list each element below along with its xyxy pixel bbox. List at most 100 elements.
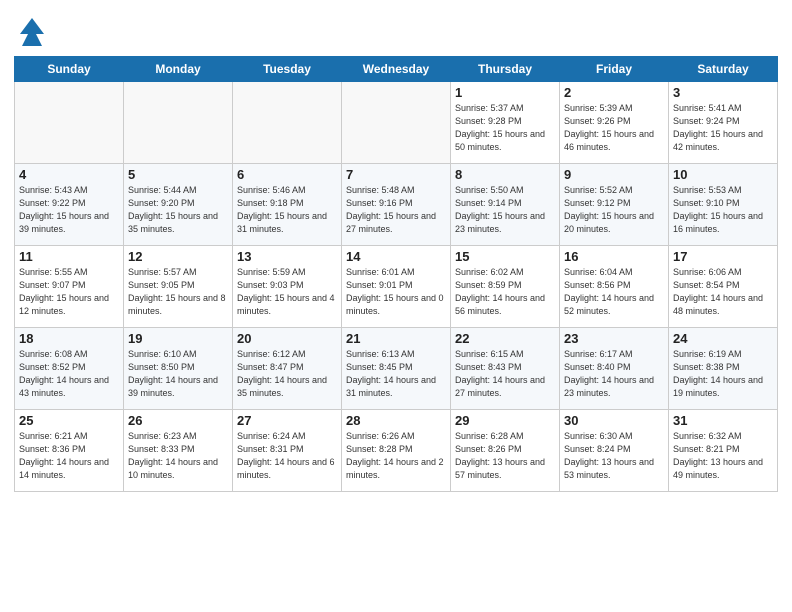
- day-number: 12: [128, 249, 228, 264]
- day-info: Sunrise: 5:44 AM Sunset: 9:20 PM Dayligh…: [128, 184, 228, 236]
- day-number: 14: [346, 249, 446, 264]
- day-number: 25: [19, 413, 119, 428]
- week-row-2: 4 Sunrise: 5:43 AM Sunset: 9:22 PM Daylig…: [15, 164, 778, 246]
- day-number: 30: [564, 413, 664, 428]
- col-header-saturday: Saturday: [669, 57, 778, 82]
- week-row-4: 18Sunrise: 6:08 AM Sunset: 8:52 PM Dayli…: [15, 328, 778, 410]
- day-info: Sunrise: 6:21 AM Sunset: 8:36 PM Dayligh…: [19, 430, 119, 482]
- calendar-table: SundayMondayTuesdayWednesdayThursdayFrid…: [14, 56, 778, 492]
- day-cell: 13 Sunrise: 5:59 AM Sunset: 9:03 PM Dayli…: [233, 246, 342, 328]
- day-number: 19: [128, 331, 228, 346]
- day-number: 9: [564, 167, 664, 182]
- day-number: 18: [19, 331, 119, 346]
- week-row-5: 25 Sunrise: 6:21 AM Sunset: 8:36 PM Dayli…: [15, 410, 778, 492]
- day-number: 6: [237, 167, 337, 182]
- col-header-monday: Monday: [124, 57, 233, 82]
- day-number: 27: [237, 413, 337, 428]
- day-info: Sunrise: 6:02 AM Sunset: 8:59 PM Dayligh…: [455, 266, 555, 318]
- day-cell: 10Sunrise: 5:53 AM Sunset: 9:10 PM Dayli…: [669, 164, 778, 246]
- day-cell: 12 Sunrise: 5:57 AM Sunset: 9:05 PM Dayli…: [124, 246, 233, 328]
- day-cell: 8 Sunrise: 5:50 AM Sunset: 9:14 PM Daylig…: [451, 164, 560, 246]
- day-info: Sunrise: 5:59 AM Sunset: 9:03 PM Dayligh…: [237, 266, 337, 318]
- day-number: 13: [237, 249, 337, 264]
- day-info: Sunrise: 6:10 AM Sunset: 8:50 PM Dayligh…: [128, 348, 228, 400]
- day-number: 21: [346, 331, 446, 346]
- header-row: SundayMondayTuesdayWednesdayThursdayFrid…: [15, 57, 778, 82]
- day-number: 31: [673, 413, 773, 428]
- day-cell: 29Sunrise: 6:28 AM Sunset: 8:26 PM Dayli…: [451, 410, 560, 492]
- day-number: 23: [564, 331, 664, 346]
- day-cell: 11 Sunrise: 5:55 AM Sunset: 9:07 PM Dayli…: [15, 246, 124, 328]
- day-info: Sunrise: 6:17 AM Sunset: 8:40 PM Dayligh…: [564, 348, 664, 400]
- day-info: Sunrise: 5:50 AM Sunset: 9:14 PM Dayligh…: [455, 184, 555, 236]
- day-cell: 25 Sunrise: 6:21 AM Sunset: 8:36 PM Dayli…: [15, 410, 124, 492]
- day-number: 28: [346, 413, 446, 428]
- day-info: Sunrise: 6:24 AM Sunset: 8:31 PM Dayligh…: [237, 430, 337, 482]
- day-info: Sunrise: 6:28 AM Sunset: 8:26 PM Dayligh…: [455, 430, 555, 482]
- header: [14, 10, 778, 50]
- day-info: Sunrise: 6:19 AM Sunset: 8:38 PM Dayligh…: [673, 348, 773, 400]
- day-info: Sunrise: 6:06 AM Sunset: 8:54 PM Dayligh…: [673, 266, 773, 318]
- day-number: 3: [673, 85, 773, 100]
- day-info: Sunrise: 5:41 AM Sunset: 9:24 PM Dayligh…: [673, 102, 773, 154]
- day-info: Sunrise: 5:43 AM Sunset: 9:22 PM Dayligh…: [19, 184, 119, 236]
- day-number: 16: [564, 249, 664, 264]
- day-cell: 18Sunrise: 6:08 AM Sunset: 8:52 PM Dayli…: [15, 328, 124, 410]
- col-header-friday: Friday: [560, 57, 669, 82]
- day-cell: [124, 82, 233, 164]
- day-info: Sunrise: 5:52 AM Sunset: 9:12 PM Dayligh…: [564, 184, 664, 236]
- day-cell: 1 Sunrise: 5:37 AM Sunset: 9:28 PM Daylig…: [451, 82, 560, 164]
- day-cell: [233, 82, 342, 164]
- day-number: 15: [455, 249, 555, 264]
- day-cell: 17 Sunrise: 6:06 AM Sunset: 8:54 PM Dayli…: [669, 246, 778, 328]
- col-header-wednesday: Wednesday: [342, 57, 451, 82]
- col-header-thursday: Thursday: [451, 57, 560, 82]
- day-number: 5: [128, 167, 228, 182]
- day-number: 4: [19, 167, 119, 182]
- logo: [14, 14, 54, 50]
- day-info: Sunrise: 5:37 AM Sunset: 9:28 PM Dayligh…: [455, 102, 555, 154]
- day-cell: 16 Sunrise: 6:04 AM Sunset: 8:56 PM Dayli…: [560, 246, 669, 328]
- day-cell: 24 Sunrise: 6:19 AM Sunset: 8:38 PM Dayli…: [669, 328, 778, 410]
- day-info: Sunrise: 6:32 AM Sunset: 8:21 PM Dayligh…: [673, 430, 773, 482]
- day-number: 24: [673, 331, 773, 346]
- day-info: Sunrise: 6:12 AM Sunset: 8:47 PM Dayligh…: [237, 348, 337, 400]
- page: SundayMondayTuesdayWednesdayThursdayFrid…: [0, 0, 792, 612]
- day-info: Sunrise: 6:26 AM Sunset: 8:28 PM Dayligh…: [346, 430, 446, 482]
- day-cell: [15, 82, 124, 164]
- col-header-tuesday: Tuesday: [233, 57, 342, 82]
- day-number: 2: [564, 85, 664, 100]
- day-number: 26: [128, 413, 228, 428]
- day-info: Sunrise: 5:46 AM Sunset: 9:18 PM Dayligh…: [237, 184, 337, 236]
- day-number: 22: [455, 331, 555, 346]
- day-cell: 27 Sunrise: 6:24 AM Sunset: 8:31 PM Dayli…: [233, 410, 342, 492]
- day-info: Sunrise: 5:55 AM Sunset: 9:07 PM Dayligh…: [19, 266, 119, 318]
- week-row-3: 11 Sunrise: 5:55 AM Sunset: 9:07 PM Dayli…: [15, 246, 778, 328]
- week-row-1: 1 Sunrise: 5:37 AM Sunset: 9:28 PM Daylig…: [15, 82, 778, 164]
- day-info: Sunrise: 6:04 AM Sunset: 8:56 PM Dayligh…: [564, 266, 664, 318]
- day-number: 11: [19, 249, 119, 264]
- day-cell: 15 Sunrise: 6:02 AM Sunset: 8:59 PM Dayli…: [451, 246, 560, 328]
- day-cell: 31 Sunrise: 6:32 AM Sunset: 8:21 PM Dayli…: [669, 410, 778, 492]
- day-cell: 20Sunrise: 6:12 AM Sunset: 8:47 PM Dayli…: [233, 328, 342, 410]
- logo-icon: [14, 14, 50, 50]
- day-number: 10: [673, 167, 773, 182]
- day-cell: 30 Sunrise: 6:30 AM Sunset: 8:24 PM Dayli…: [560, 410, 669, 492]
- day-cell: 14 Sunrise: 6:01 AM Sunset: 9:01 PM Dayli…: [342, 246, 451, 328]
- day-info: Sunrise: 5:48 AM Sunset: 9:16 PM Dayligh…: [346, 184, 446, 236]
- day-cell: 21 Sunrise: 6:13 AM Sunset: 8:45 PM Dayli…: [342, 328, 451, 410]
- day-info: Sunrise: 5:39 AM Sunset: 9:26 PM Dayligh…: [564, 102, 664, 154]
- day-cell: 28 Sunrise: 6:26 AM Sunset: 8:28 PM Dayli…: [342, 410, 451, 492]
- day-cell: 6 Sunrise: 5:46 AM Sunset: 9:18 PM Daylig…: [233, 164, 342, 246]
- day-number: 1: [455, 85, 555, 100]
- day-info: Sunrise: 6:01 AM Sunset: 9:01 PM Dayligh…: [346, 266, 446, 318]
- day-info: Sunrise: 6:15 AM Sunset: 8:43 PM Dayligh…: [455, 348, 555, 400]
- day-info: Sunrise: 5:57 AM Sunset: 9:05 PM Dayligh…: [128, 266, 228, 318]
- day-cell: 2 Sunrise: 5:39 AM Sunset: 9:26 PM Daylig…: [560, 82, 669, 164]
- day-info: Sunrise: 6:13 AM Sunset: 8:45 PM Dayligh…: [346, 348, 446, 400]
- day-number: 8: [455, 167, 555, 182]
- day-number: 7: [346, 167, 446, 182]
- day-info: Sunrise: 6:30 AM Sunset: 8:24 PM Dayligh…: [564, 430, 664, 482]
- day-number: 17: [673, 249, 773, 264]
- day-cell: [342, 82, 451, 164]
